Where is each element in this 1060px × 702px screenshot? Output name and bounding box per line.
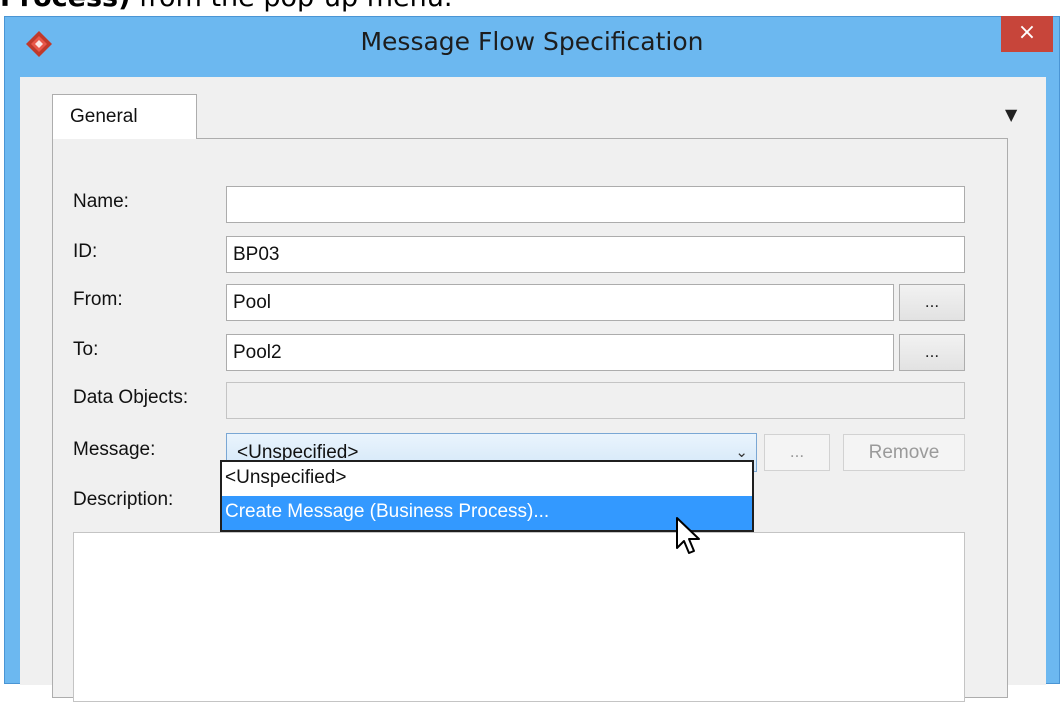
caption-rest: from the pop-up menu. <box>130 0 452 13</box>
message-dropdown-list: <Unspecified> Create Message (Business P… <box>220 460 754 532</box>
id-input[interactable]: BP03 <box>226 236 965 273</box>
instruction-caption: Process) from the pop-up menu. <box>0 0 452 16</box>
window-title: Message Flow Specification <box>360 27 704 56</box>
from-browse-button[interactable]: ... <box>899 284 965 321</box>
name-label: Name: <box>73 191 129 212</box>
mouse-pointer-icon <box>676 517 700 554</box>
name-input[interactable] <box>226 186 965 223</box>
description-textarea[interactable] <box>73 532 965 702</box>
data-objects-field <box>226 382 965 419</box>
message-label: Message: <box>73 439 156 460</box>
title-bar[interactable]: Message Flow Specification × <box>5 16 1059 77</box>
id-label: ID: <box>73 241 98 262</box>
close-button[interactable]: × <box>1001 16 1053 52</box>
from-label: From: <box>73 289 123 310</box>
to-browse-button[interactable]: ... <box>899 334 965 371</box>
general-panel: Name: ID: BP03 From: Pool ... To: Pool2 … <box>52 138 1008 702</box>
dialog-window: Message Flow Specification × General ▼ N… <box>4 16 1060 702</box>
caption-bold: Process) <box>0 0 130 13</box>
tab-overflow-arrow-icon[interactable]: ▼ <box>1005 105 1017 124</box>
dropdown-option-create-message[interactable]: Create Message (Business Process)... <box>222 496 752 530</box>
tab-general[interactable]: General <box>52 94 197 139</box>
description-label: Description: <box>73 489 174 510</box>
to-label: To: <box>73 339 99 360</box>
from-input[interactable]: Pool <box>226 284 894 321</box>
data-objects-label: Data Objects: <box>73 387 189 408</box>
dropdown-option-unspecified[interactable]: <Unspecified> <box>222 462 752 496</box>
remove-button[interactable]: Remove <box>843 434 965 471</box>
message-browse-button[interactable]: ... <box>764 434 830 471</box>
dialog-client-area: General ▼ Name: ID: BP03 From: Pool ... … <box>20 77 1046 702</box>
to-input[interactable]: Pool2 <box>226 334 894 371</box>
